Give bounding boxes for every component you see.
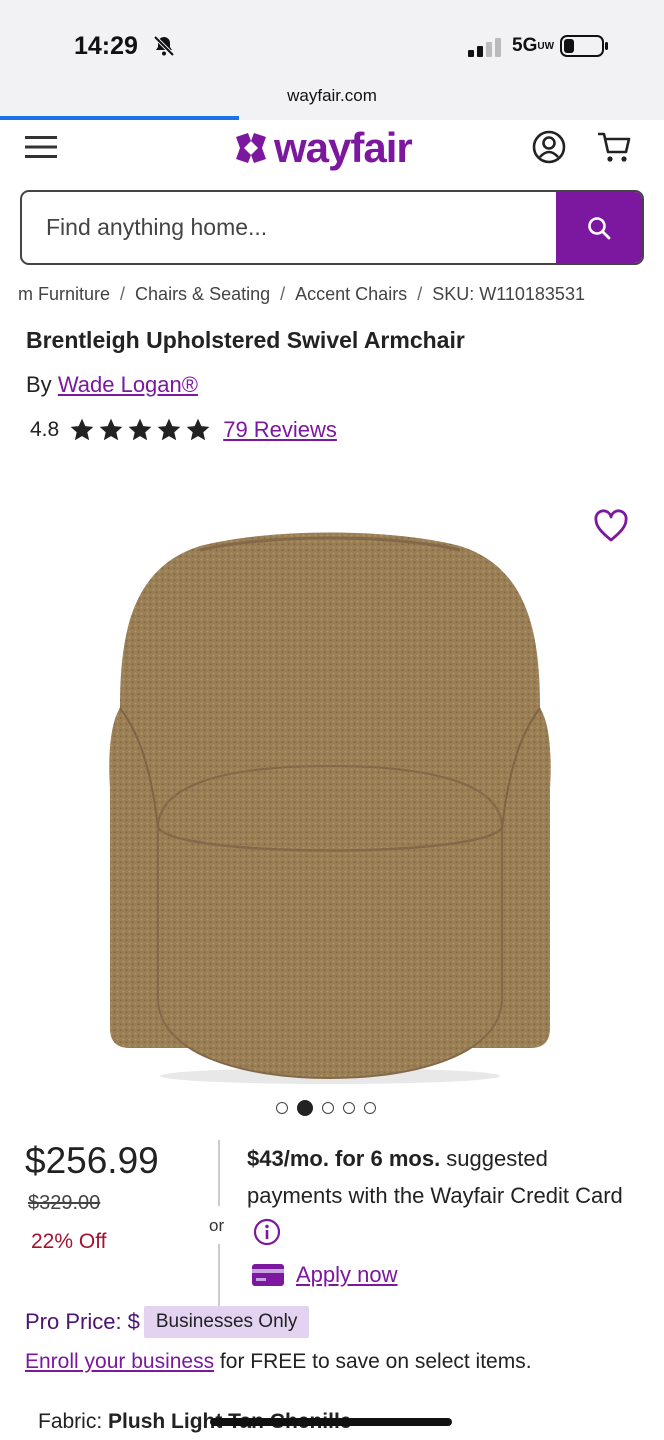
enroll-business-text: Enroll your business for FREE to save on… [25, 1350, 532, 1374]
url-bar[interactable]: wayfair.com [0, 86, 664, 106]
discount-badge: 22% Off [31, 1230, 107, 1253]
sale-price: $256.99 [25, 1140, 159, 1181]
breadcrumb-sku: SKU: W110183531 [432, 284, 585, 304]
financing-amount: $43/mo. for 6 mos. [247, 1146, 441, 1171]
product-image[interactable] [80, 528, 580, 1088]
apply-credit-row: Apply now [252, 1262, 398, 1288]
carousel-dot[interactable] [276, 1102, 288, 1114]
brand-link[interactable]: Wade Logan® [58, 372, 198, 397]
breadcrumb-item-accent-chairs[interactable]: Accent Chairs [295, 284, 407, 305]
reviews-link[interactable]: 79 Reviews [223, 417, 337, 443]
breadcrumb-separator: / [120, 284, 126, 304]
enroll-business-link[interactable]: Enroll your business [25, 1350, 214, 1373]
browser-chrome: 14:29 5GUW wayfair.com [0, 0, 664, 120]
star-icon [186, 418, 210, 441]
breadcrumb-separator: / [280, 284, 286, 304]
search-button[interactable] [556, 192, 642, 263]
logo-text: wayfair [274, 124, 413, 171]
account-icon[interactable] [532, 130, 566, 164]
divider [218, 1140, 220, 1206]
carousel-dot[interactable] [364, 1102, 376, 1114]
businesses-only-badge: Businesses Only [143, 1306, 310, 1338]
by-label: By [26, 372, 52, 397]
home-indicator[interactable] [210, 1418, 452, 1426]
wayfair-logo[interactable]: wayfair [232, 124, 413, 172]
network-label: 5GUW [512, 35, 555, 56]
image-carousel-dots [276, 1100, 376, 1116]
breadcrumb-item-chairs-seating[interactable]: Chairs & Seating [135, 284, 270, 305]
brand-byline: By Wade Logan® [26, 372, 198, 398]
battery-icon [560, 35, 608, 57]
pro-price-row: Pro Price: $ Businesses Only [25, 1306, 310, 1338]
star-icon [157, 418, 181, 441]
apply-now-link[interactable]: Apply now [296, 1262, 398, 1288]
signal-icon [468, 38, 501, 57]
carousel-dot[interactable] [322, 1102, 334, 1114]
pro-price-label: Pro Price: [25, 1309, 122, 1334]
search-input[interactable] [22, 192, 556, 263]
breadcrumb: m Furniture / Chairs & Seating / Accent … [18, 284, 585, 305]
info-icon[interactable] [253, 1218, 281, 1246]
original-price: $329.00 [28, 1192, 101, 1214]
breadcrumb-separator: / [417, 284, 423, 304]
enroll-text: for FREE to save on select items. [214, 1350, 532, 1373]
search-bar [20, 190, 644, 265]
bell-muted-icon [153, 35, 175, 57]
menu-icon[interactable] [24, 132, 58, 162]
divider [218, 1244, 220, 1310]
star-icon [70, 418, 94, 441]
or-label: or [209, 1216, 225, 1235]
rating-stars [69, 417, 211, 443]
status-time: 14:29 [74, 32, 138, 60]
fabric-label: Fabric: [38, 1410, 103, 1433]
rating-row: 4.8 79 Reviews [30, 417, 337, 443]
cart-icon[interactable] [596, 130, 632, 164]
star-icon [128, 418, 152, 441]
carousel-dot[interactable] [343, 1102, 355, 1114]
pro-price-value: $ [127, 1309, 140, 1334]
financing-offer: $43/mo. for 6 mos. suggested payments wi… [247, 1140, 637, 1251]
breadcrumb-item-furniture[interactable]: m Furniture [18, 284, 110, 305]
site-header: wayfair [0, 120, 664, 182]
product-title: Brentleigh Upholstered Swivel Armchair [26, 327, 465, 353]
heart-icon[interactable] [593, 509, 629, 543]
carousel-dot-active[interactable] [297, 1100, 313, 1116]
credit-card-icon [252, 1264, 284, 1286]
star-icon [99, 418, 123, 441]
wayfair-logo-icon [236, 133, 266, 163]
search-icon [588, 216, 611, 239]
rating-value: 4.8 [30, 418, 60, 441]
